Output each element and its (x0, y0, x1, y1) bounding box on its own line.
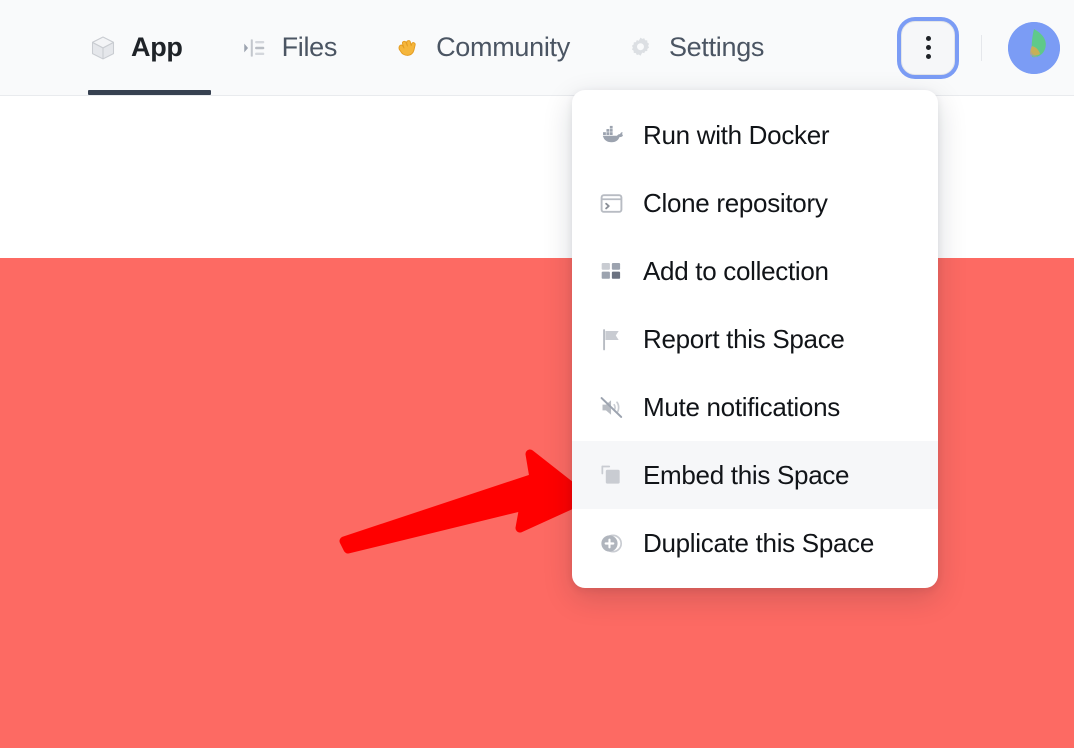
speaker-mute-icon-svg (600, 396, 622, 418)
three-dots-vertical-icon-dot2 (925, 45, 931, 50)
menu-item-label: Duplicate this Space (643, 528, 875, 558)
speaker-mute-icon (597, 393, 625, 421)
menu-item-mute-notifications[interactable]: Mute notifications (572, 373, 938, 441)
menu-item-label: Add to collection (643, 256, 829, 286)
page-root: App Files Community Settings Run with Do… (0, 0, 1074, 748)
cube-icon (88, 33, 118, 63)
space-header: App Files Community Settings (0, 0, 1074, 96)
avatar-svg (1008, 21, 1060, 74)
clapping-hands-icon (393, 33, 423, 63)
menu-item-duplicate-this-space[interactable]: Duplicate this Space (572, 509, 938, 577)
cube-icon-svg (91, 36, 115, 59)
overflow-menu-button[interactable] (901, 20, 955, 75)
tab-settings-label: Settings (668, 32, 765, 62)
header-divider (981, 34, 982, 61)
files-panel-icon (239, 33, 269, 63)
collection-grid-icon (597, 257, 625, 285)
tab-community[interactable]: Community (365, 0, 598, 95)
docker-whale-icon-svg (600, 125, 624, 143)
menu-item-clone-repository[interactable]: Clone repository (572, 169, 938, 237)
flag-icon (597, 325, 625, 353)
avatar[interactable] (1008, 21, 1060, 74)
menu-item-embed-this-space[interactable]: Embed this Space (572, 441, 938, 509)
clapping-hands-icon-svg (398, 39, 416, 56)
menu-item-add-to-collection[interactable]: Add to collection (572, 237, 938, 305)
menu-item-label: Clone repository (643, 188, 828, 218)
flag-icon-svg (602, 328, 619, 350)
menu-item-run-with-docker[interactable]: Run with Docker (572, 101, 938, 169)
tab-app[interactable]: App (88, 0, 211, 95)
terminal-icon (597, 189, 625, 217)
tab-files-label: Files (281, 32, 338, 62)
duplicate-plus-icon-svg (600, 534, 622, 552)
space-nav-tabs: App Files Community Settings (88, 0, 792, 95)
three-dots-vertical-icon-dot3 (925, 54, 931, 59)
tab-app-label: App (131, 32, 183, 62)
menu-item-label: Embed this Space (643, 460, 850, 490)
header-right-controls (901, 0, 1060, 95)
overflow-dropdown-menu: Run with Docker Clone repository Add to … (572, 90, 938, 588)
collection-grid-icon-svg (601, 262, 621, 279)
gear-icon-svg (632, 37, 650, 56)
menu-item-label: Run with Docker (643, 120, 830, 150)
docker-whale-icon (597, 121, 625, 149)
menu-item-report-this-space[interactable]: Report this Space (572, 305, 938, 373)
tab-files[interactable]: Files (211, 0, 366, 95)
embed-window-icon (597, 461, 625, 489)
gear-icon (626, 33, 656, 63)
tab-community-label: Community (436, 32, 570, 62)
files-panel-icon-svg (243, 38, 264, 57)
terminal-icon-svg (600, 193, 622, 213)
duplicate-plus-icon (597, 529, 625, 557)
tab-settings[interactable]: Settings (598, 0, 792, 95)
menu-item-label: Report this Space (643, 324, 845, 354)
three-dots-vertical-icon (925, 36, 931, 41)
embed-window-icon-svg (601, 465, 620, 484)
menu-item-label: Mute notifications (643, 392, 840, 422)
